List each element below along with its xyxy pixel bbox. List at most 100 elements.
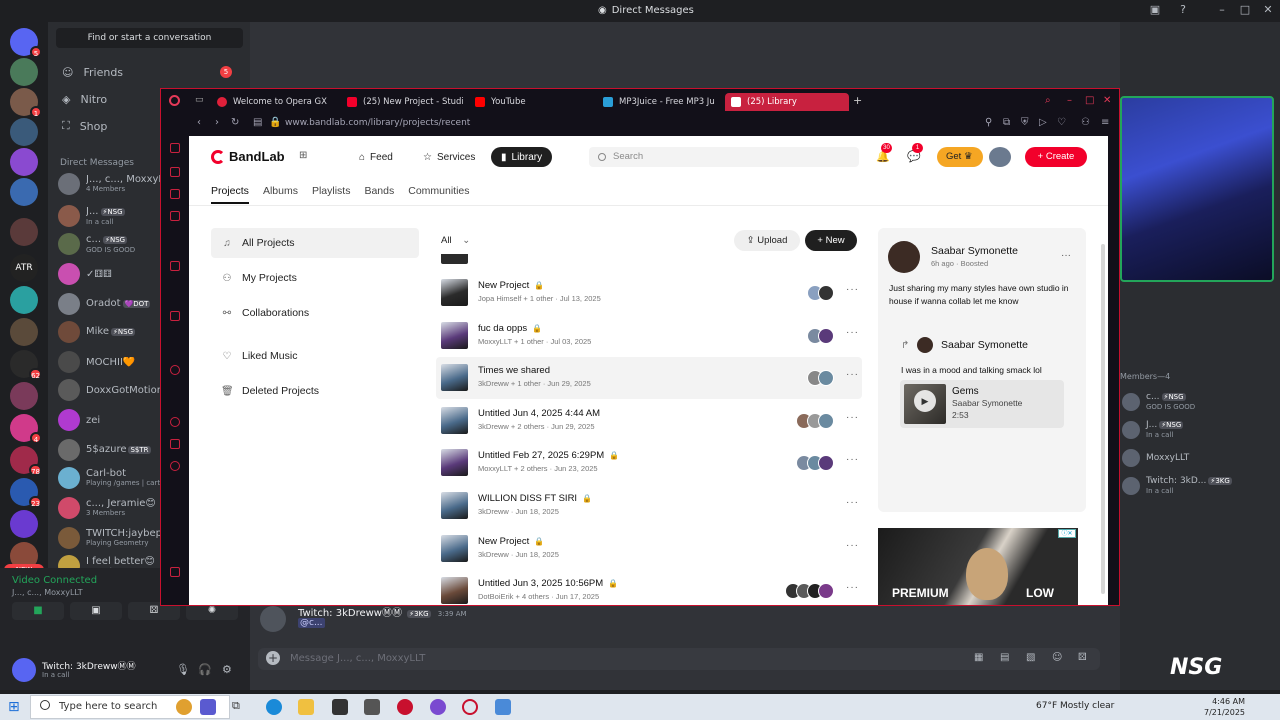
sidebar-settings-icon[interactable] — [170, 461, 180, 471]
reload-icon[interactable]: ↻ — [231, 117, 239, 128]
apps-icon[interactable]: ⚄ — [1078, 652, 1087, 663]
member-item[interactable]: MoxxyLLT — [1122, 446, 1272, 470]
sidebar-home-icon[interactable] — [170, 143, 180, 153]
server-icon[interactable] — [10, 58, 38, 86]
sticker-icon[interactable]: ▧ — [1026, 652, 1035, 663]
sidebar-item-deleted-projects[interactable]: 🗑 Deleted Projects — [211, 376, 419, 406]
nav-services[interactable]: ☆ Services — [413, 147, 485, 167]
server-icon[interactable]: 78 — [10, 446, 42, 476]
member-item[interactable]: c... ⚡NSG GOD IS GOOD — [1122, 390, 1272, 414]
more-icon[interactable]: ··· — [846, 454, 859, 465]
home-server-icon[interactable]: 5 — [10, 28, 42, 58]
nav-library[interactable]: ▮ Library — [491, 147, 553, 167]
maximize-button[interactable]: □ — [1238, 3, 1252, 17]
project-row[interactable]: fuc da opps 🔒 MoxxyLLT + 1 other · Jul 03,… — [436, 315, 862, 357]
sidebar-pinned-icon[interactable] — [170, 365, 180, 375]
windows-start-icon[interactable]: ⊞ — [8, 699, 20, 715]
more-icon[interactable]: ··· — [846, 327, 859, 338]
more-icon[interactable]: ··· — [846, 582, 859, 593]
app-icon[interactable] — [397, 699, 413, 715]
server-icon[interactable] — [10, 318, 38, 346]
menu-icon[interactable]: ≡ — [1101, 117, 1109, 128]
tab-communities[interactable]: Communities — [408, 185, 469, 204]
site-info-icon[interactable]: ▤ — [253, 117, 262, 128]
sidebar-store-icon[interactable] — [170, 167, 180, 177]
sidebar-video-icon[interactable] — [170, 211, 180, 221]
create-button[interactable]: + Create — [1025, 147, 1087, 167]
sidebar-item-all-projects[interactable]: ♫ All Projects — [211, 228, 419, 258]
app-icon[interactable] — [430, 699, 446, 715]
clock[interactable]: 4:46 AM 7/21/2025 — [1204, 696, 1245, 718]
emoji-icon[interactable]: ☺ — [1052, 652, 1062, 663]
gear-icon[interactable]: ⚙ — [222, 663, 232, 676]
sidebar-item-my-projects[interactable]: ⚇ My Projects — [211, 263, 419, 293]
project-row[interactable]: Untitled Jun 4, 2025 4:44 AM 3kDreww + 2 … — [436, 400, 862, 442]
find-conversation-button[interactable]: Find or start a conversation — [56, 28, 243, 48]
member-item[interactable]: J... ⚡NSG In a call — [1122, 418, 1272, 442]
tab-youtube[interactable]: YouTube — [469, 93, 589, 111]
atr-server-icon[interactable]: ATR — [10, 254, 38, 282]
pin-icon[interactable]: ⚲ — [985, 117, 992, 128]
project-row[interactable]: Times we shared 3kDreww + 1 other · Jun 2… — [436, 357, 862, 400]
apps-grid-icon[interactable]: ⊞ — [299, 150, 311, 162]
tab-switcher-icon[interactable]: ▭ — [195, 95, 204, 105]
bandlab-logo[interactable]: BandLab — [211, 149, 285, 164]
more-icon[interactable]: ··· — [846, 412, 859, 423]
store-icon[interactable] — [332, 699, 348, 715]
server-icon[interactable] — [10, 382, 38, 410]
minimize-button[interactable]: – — [1067, 95, 1072, 106]
task-view-icon[interactable]: ⧉ — [232, 699, 248, 715]
server-icon[interactable] — [10, 178, 38, 206]
screen-share-button[interactable]: ▣ — [70, 602, 122, 620]
shared-author[interactable]: Saabar Symonette — [941, 339, 1028, 351]
avatar[interactable] — [917, 337, 933, 353]
sidebar-music-icon[interactable] — [170, 189, 180, 199]
app-icon[interactable] — [200, 699, 216, 715]
balloons-icon[interactable] — [176, 699, 192, 715]
tab-new-project[interactable]: (25) New Project - Studio — [341, 93, 463, 111]
post-author[interactable]: Saabar Symonette — [931, 245, 1018, 257]
mail-icon[interactable] — [364, 699, 380, 715]
server-icon[interactable]: 62 — [10, 350, 42, 380]
message-input[interactable]: + Message J..., c..., MoxxyLLT ▦ ▤ ▧ ☺ ⚄ — [258, 648, 1100, 670]
discord-taskbar-icon[interactable] — [495, 699, 511, 715]
gif-icon[interactable]: ▤ — [1000, 652, 1009, 663]
advertisement[interactable]: ⓘ✕ PREMIUM LOW — [878, 528, 1078, 605]
server-icon[interactable] — [10, 118, 38, 146]
back-icon[interactable]: ‹ — [197, 117, 201, 128]
more-icon[interactable]: ··· — [846, 284, 859, 295]
avatar[interactable] — [260, 606, 286, 632]
maximize-button[interactable]: □ — [1085, 95, 1094, 106]
member-item[interactable]: Twitch: 3kD... ⚡3KG In a call — [1122, 474, 1272, 498]
forward-icon[interactable]: › — [215, 117, 219, 128]
tab-bands[interactable]: Bands — [364, 185, 394, 204]
gift-icon[interactable]: ▦ — [974, 652, 983, 663]
snapshot-icon[interactable]: ⧉ — [1003, 117, 1010, 128]
file-explorer-icon[interactable] — [298, 699, 314, 715]
help-icon[interactable]: ? — [1176, 3, 1190, 17]
scrollbar[interactable] — [1101, 244, 1105, 594]
weather[interactable]: 67°F Mostly clear — [1036, 701, 1114, 711]
get-membership-button[interactable]: Get ♛ — [937, 147, 983, 167]
opera-icon[interactable] — [169, 95, 180, 106]
avatar[interactable] — [12, 658, 36, 682]
url-field[interactable]: www.bandlab.com/library/projects/recent — [285, 118, 470, 128]
video-feed[interactable] — [1120, 96, 1274, 282]
filter-dropdown[interactable]: All ⌄ — [441, 235, 470, 246]
opera-gx-icon[interactable] — [462, 699, 478, 715]
play-icon[interactable]: ▶ — [914, 390, 936, 412]
server-icon[interactable]: 1 — [10, 88, 42, 118]
upload-button[interactable]: ⇪ Upload — [734, 230, 800, 251]
close-button[interactable]: ✕ — [1261, 3, 1275, 17]
tab-welcome[interactable]: Welcome to Opera GX — [211, 93, 329, 111]
project-row-partial[interactable] — [436, 254, 862, 272]
edge-icon[interactable] — [266, 699, 282, 715]
server-icon[interactable]: 23 — [10, 478, 42, 508]
sidebar-box-icon[interactable] — [170, 439, 180, 449]
server-icon[interactable] — [10, 286, 38, 314]
close-button[interactable]: ✕ — [1103, 95, 1111, 106]
sidebar-twitch-icon[interactable] — [170, 311, 180, 321]
messages-icon[interactable]: 💬 1 — [907, 143, 923, 163]
search-input[interactable]: Search — [589, 147, 859, 167]
plus-icon[interactable]: + — [266, 651, 280, 665]
